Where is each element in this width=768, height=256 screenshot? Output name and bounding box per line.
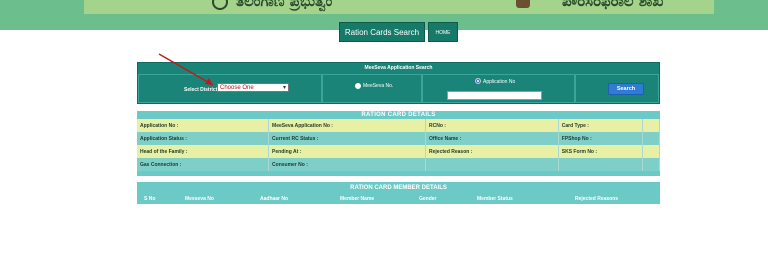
table-cell: Application No : [137,119,270,132]
application-no-input[interactable] [447,91,542,100]
table-cell: FPShop No : [558,132,644,145]
member-details-title: RATION CARD MEMBER DETAILS [350,185,447,191]
table-cell: Application Status : [137,132,270,145]
ration-card-details-title: RATION CARD DETAILS [361,112,436,118]
table-cell: Current RC Status : [268,132,427,145]
meeseva-radio[interactable] [355,83,361,89]
table-cell: Pending At : [268,145,427,158]
home-button[interactable]: HOME [428,22,458,42]
application-radio[interactable] [475,78,481,84]
table-cell: Consumer No : [268,158,427,171]
table-cell: Head of the Family : [137,145,270,158]
column-header-aadhaar-no: Aadhaar No [260,196,289,202]
table-cell [425,158,559,171]
table-row: Head of the Family : Pending At : Reject… [137,145,660,158]
table-cell: MeeSeva Application No : [268,119,427,132]
ration-card-details-panel: RATION CARD DETAILS Application No : Mee… [137,111,660,176]
search-button[interactable]: Search [608,83,644,95]
table-cell: SKS Form No : [558,145,644,158]
column-header-member-name: Member Name [340,196,375,202]
table-cell: Gas Connection : [137,158,270,171]
table-row: Application No : MeeSeva Application No … [137,119,660,132]
application-radio-label: Application No [483,79,516,85]
table-cell: RCNo : [425,119,559,132]
department-logo-icon [516,0,530,8]
table-row: Application Status : Current RC Status :… [137,132,660,145]
table-cell: Office Name : [425,132,559,145]
column-header-sno: S No [144,196,156,202]
member-details-panel: RATION CARD MEMBER DETAILS S No Meeseva … [137,182,660,204]
annotation-arrow-icon [158,53,214,86]
home-label: HOME [435,30,451,36]
chevron-down-icon: ▾ [282,85,286,91]
banner-strip: ತೆಲಂಗಾಣ ಪ್ರಭುತ್ವಂ ಪೌರಸರಫರಾಲ ಶಾಖ [84,0,714,14]
column-header-gender: Gender [419,196,437,202]
column-header-member-status: Member Status [477,196,513,202]
banner-left-text: ತೆಲಂಗಾಣ ಪ್ರಭುತ್ವಂ [236,0,333,10]
column-header-meeseva-no: Meeseva No [185,196,214,202]
table-cell [642,158,660,171]
ration-cards-search-button[interactable]: Ration Cards Search [339,22,425,57]
table-row: Gas Connection : Consumer No : [137,158,660,171]
search-icon [378,49,387,57]
table-cell: Card Type : [558,119,644,132]
meeseva-radio-label: MeeSeva No. [363,83,394,89]
banner-right-text: ಪೌರಸರಫರಾಲ ಶಾಖ [562,0,664,10]
column-header-rejected-reasons: Rejected Reasons [575,196,619,202]
table-cell: Rejected Reason : [425,145,559,158]
table-cell [642,132,660,145]
ration-cards-search-label: Ration Cards Search [344,28,420,37]
table-cell [642,119,660,132]
table-cell [558,158,644,171]
table-cell [642,145,660,158]
ration-card-details-table: Application No : MeeSeva Application No … [137,119,660,171]
state-seal-icon [212,0,228,10]
